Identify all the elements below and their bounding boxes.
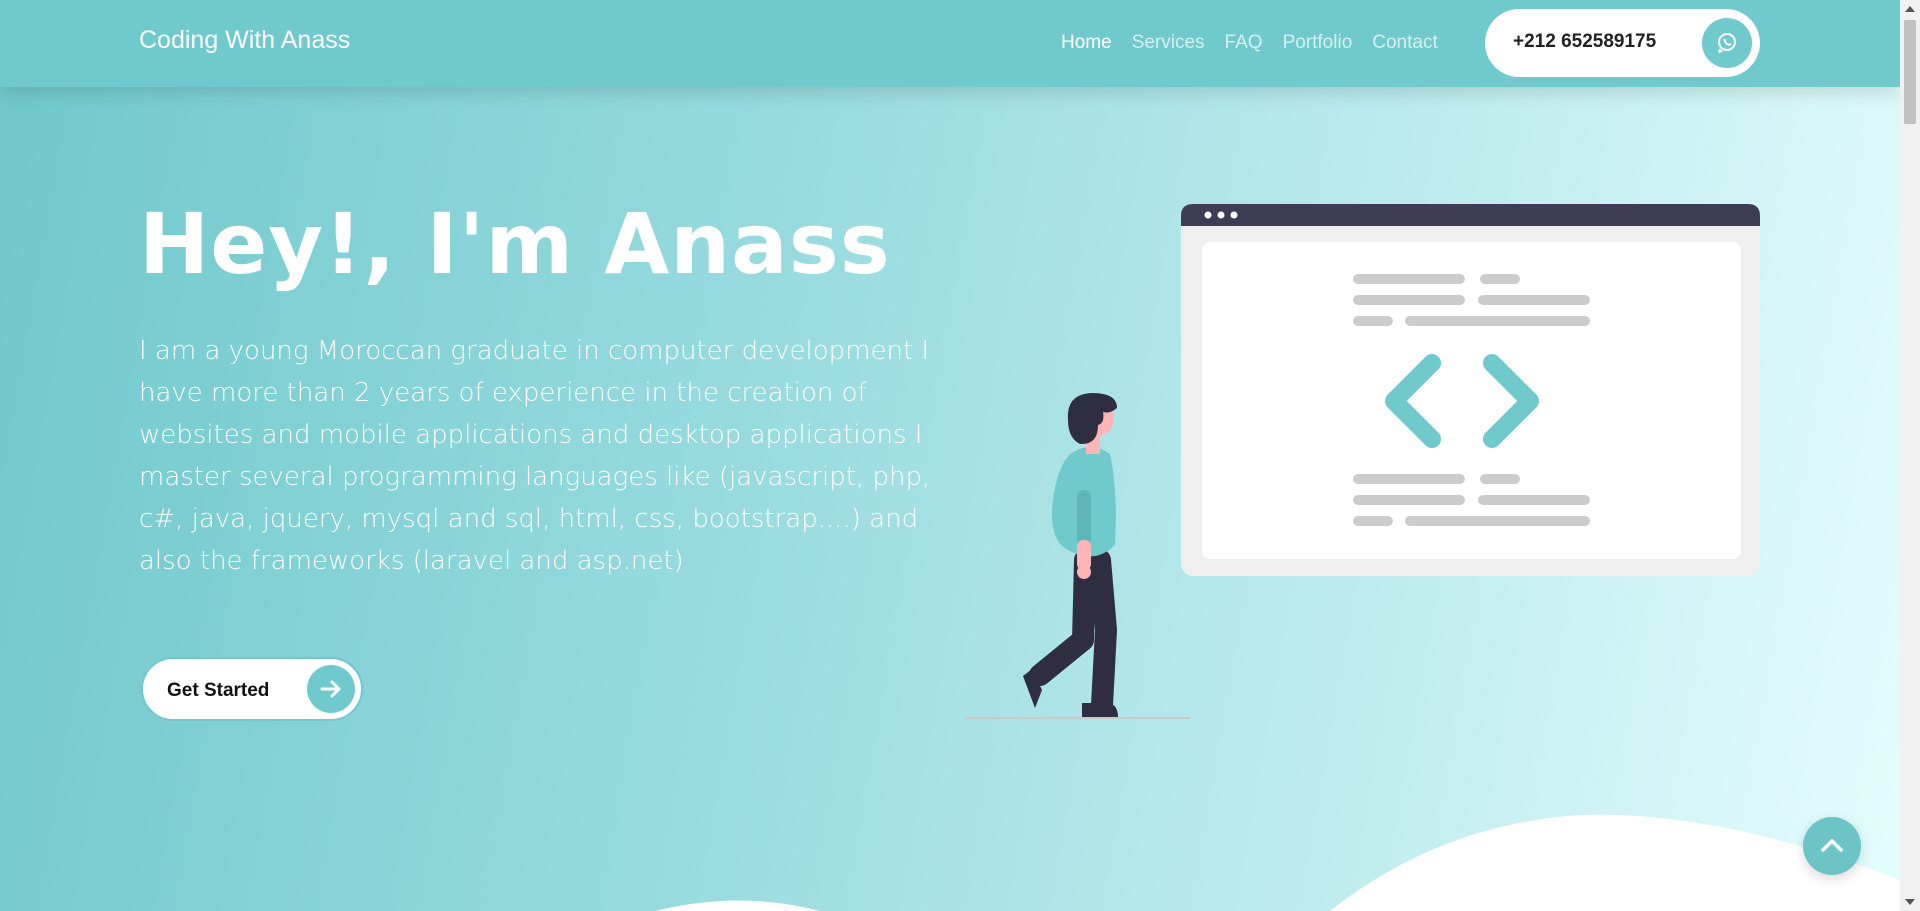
- navbar: Coding With Anass Home Services FAQ Port…: [0, 0, 1900, 87]
- phone-contact-button[interactable]: +212 652589175: [1485, 9, 1760, 77]
- walking-person-illustration: [965, 393, 1190, 719]
- scroll-to-top-button[interactable]: [1803, 817, 1861, 875]
- scrollbar-thumb[interactable]: [1904, 20, 1916, 124]
- get-started-label: Get Started: [167, 680, 270, 701]
- phone-number: +212 652589175: [1513, 31, 1657, 52]
- nav-link-faq[interactable]: FAQ: [1225, 32, 1263, 54]
- scroll-down-arrow-icon[interactable]: [1905, 899, 1915, 905]
- nav-links: Home Services FAQ Portfolio Contact: [1061, 32, 1438, 54]
- hero-description: I am a young Moroccan graduate in comput…: [139, 336, 931, 576]
- hero-title: Hey!, I'm Anass: [139, 195, 891, 293]
- chevron-up-icon: [1821, 839, 1843, 852]
- nav-link-services[interactable]: Services: [1132, 32, 1205, 54]
- code-window-illustration: [1181, 204, 1760, 576]
- brand-logo[interactable]: Coding With Anass: [139, 26, 350, 55]
- nav-link-contact[interactable]: Contact: [1372, 32, 1437, 54]
- get-started-button[interactable]: Get Started: [141, 657, 363, 721]
- scroll-up-arrow-icon[interactable]: [1905, 6, 1915, 12]
- whatsapp-icon[interactable]: [1702, 18, 1752, 68]
- nav-link-home[interactable]: Home: [1061, 32, 1112, 54]
- decorative-waves: [655, 814, 1900, 911]
- page-scrollbar[interactable]: [1900, 0, 1920, 911]
- nav-link-portfolio[interactable]: Portfolio: [1283, 32, 1353, 54]
- hero-illustration: [960, 200, 1760, 734]
- arrow-right-icon: [307, 665, 355, 713]
